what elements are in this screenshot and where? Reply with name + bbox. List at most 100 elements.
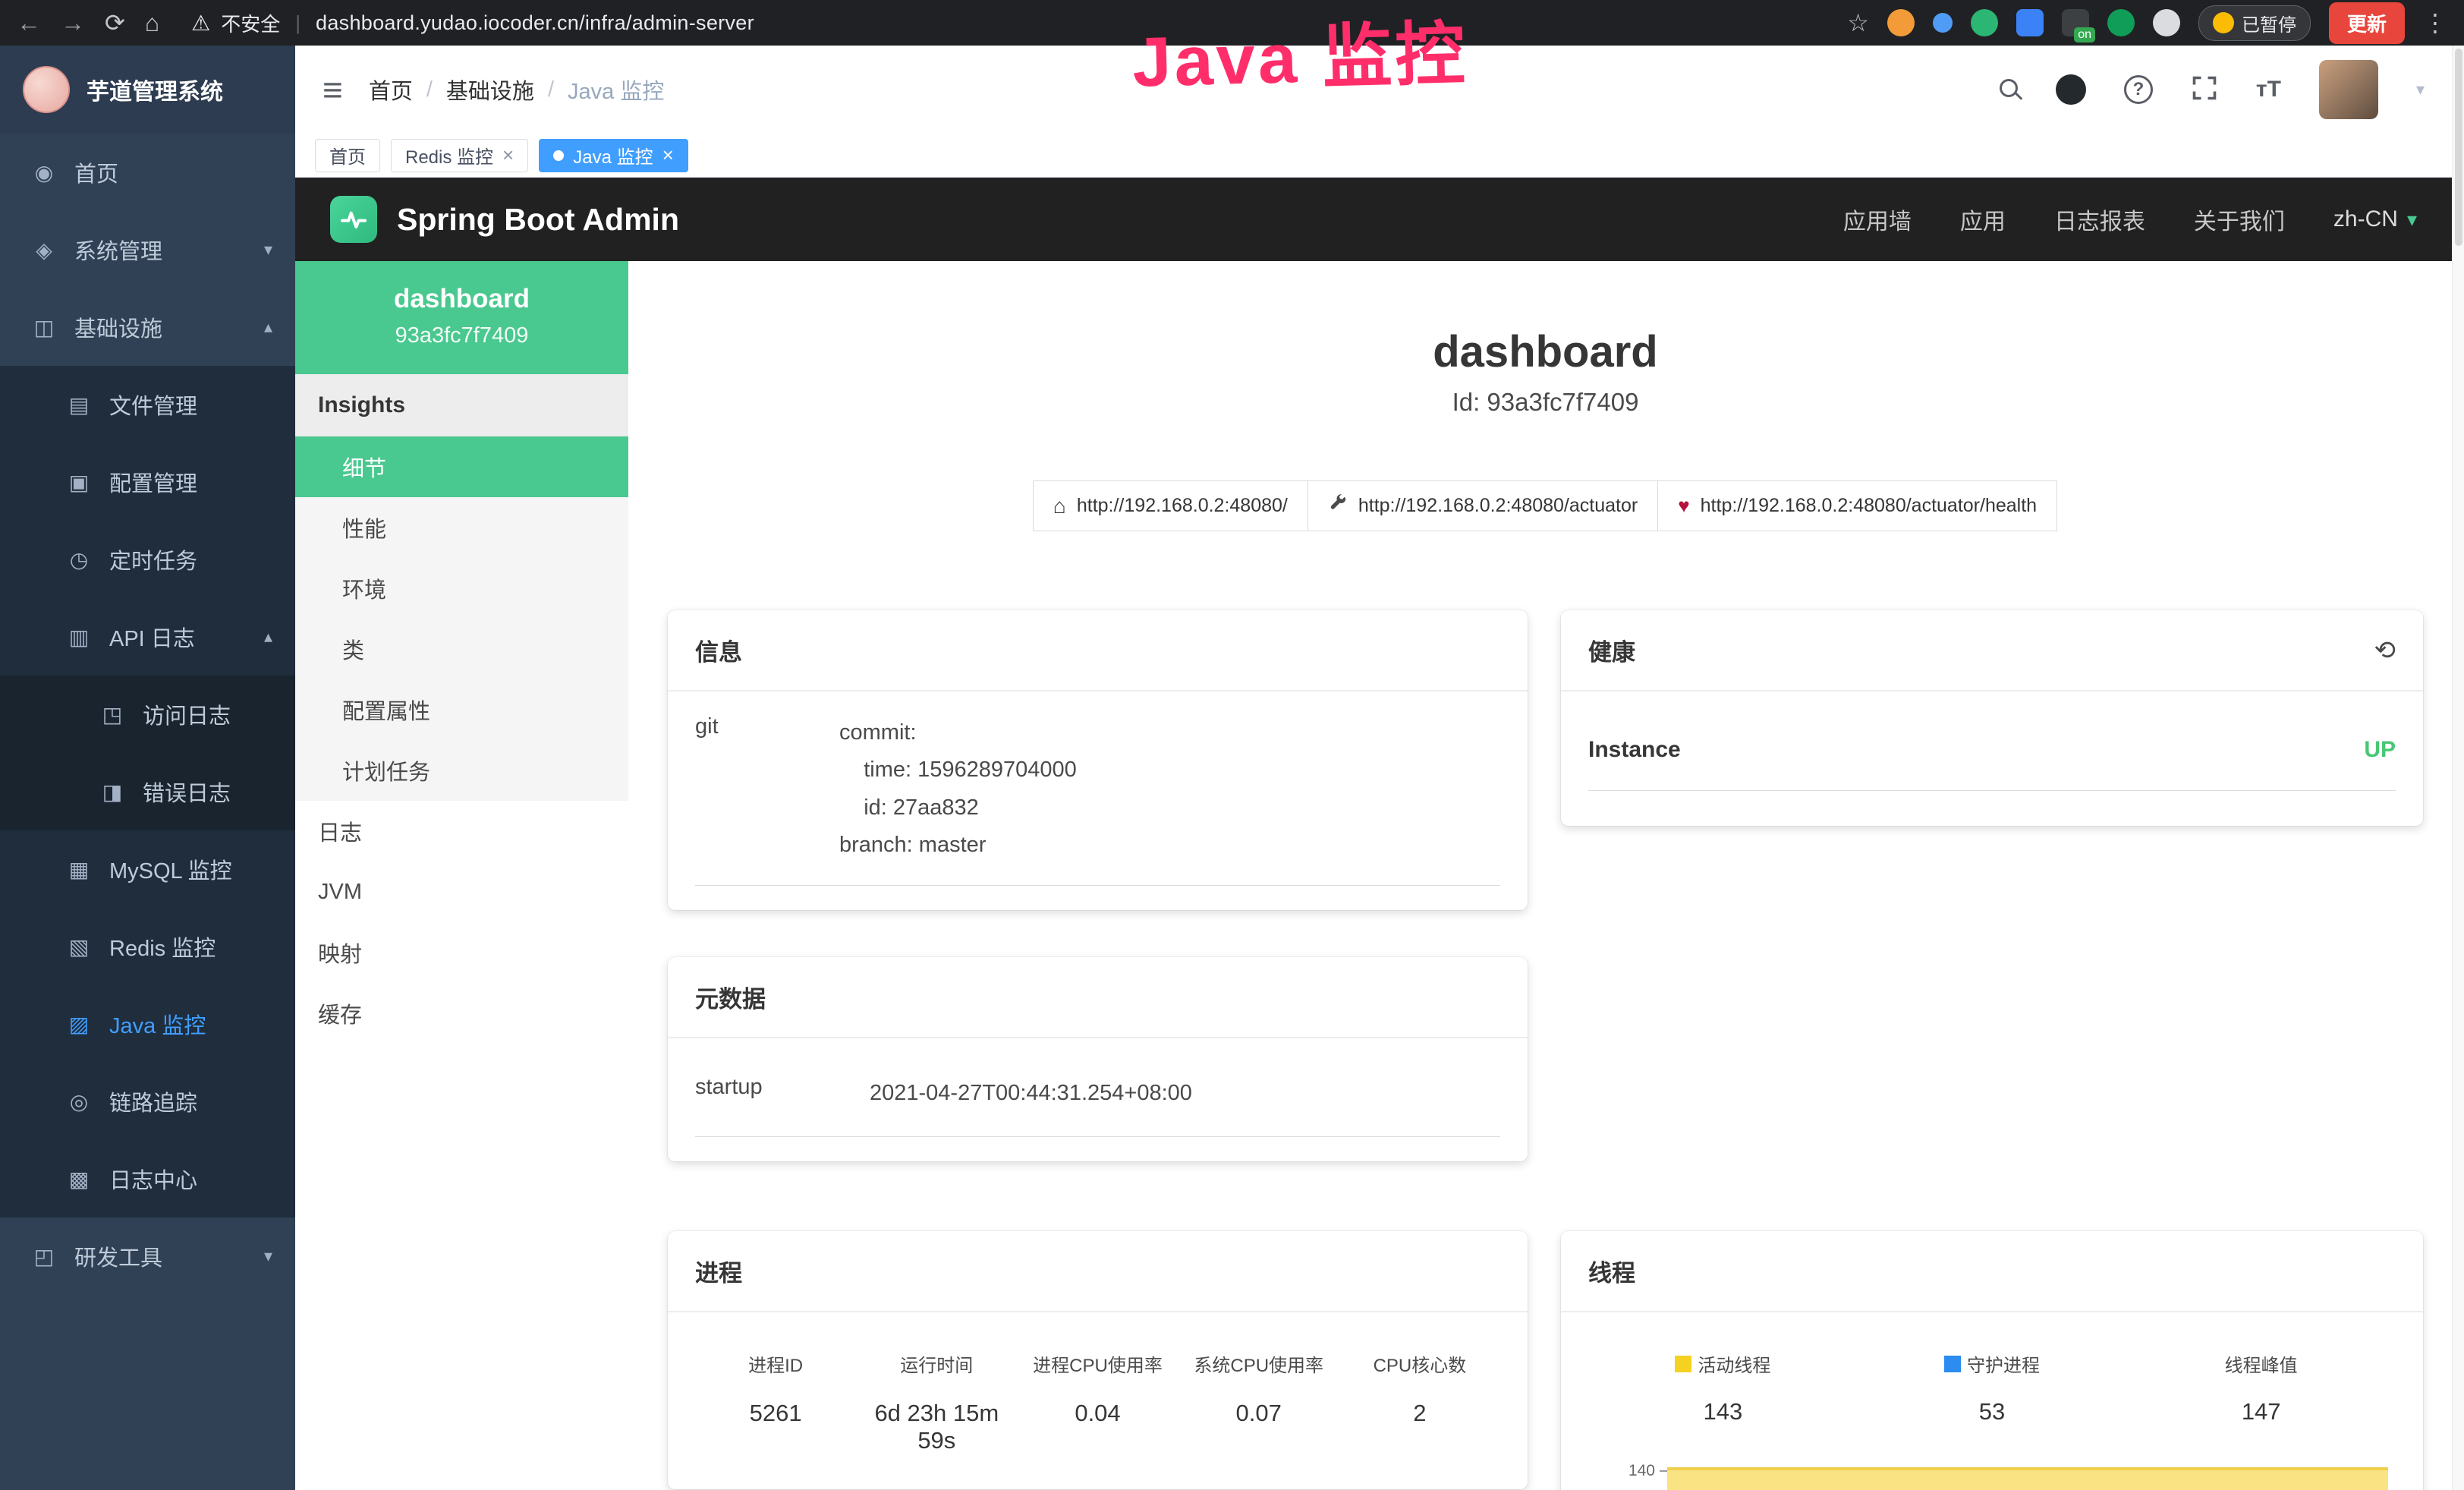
forward-icon[interactable]: →	[61, 9, 85, 37]
sidebar-item-redis-monitor[interactable]: ▧ Redis 监控	[0, 908, 295, 985]
process-col-uptime: 运行时间 6d 23h 15m 59s	[856, 1350, 1017, 1454]
sidebar-item-label: 日志中心	[109, 1163, 197, 1195]
sba-brand-title: Spring Boot Admin	[397, 202, 679, 238]
sidebar-item-dev-tools[interactable]: ◰ 研发工具 ▾	[0, 1218, 295, 1295]
sidebar-item-error-log[interactable]: ◨ 错误日志	[0, 753, 295, 830]
extension-icon-4[interactable]	[2016, 9, 2044, 36]
sidebar-item-infra[interactable]: ◫ 基础设施 ▴	[0, 288, 295, 366]
sidebar-item-mysql-monitor[interactable]: ▦ MySQL 监控	[0, 830, 295, 908]
security-label[interactable]: 不安全	[221, 9, 280, 37]
legend-label: 活动线程	[1698, 1350, 1770, 1377]
extension-icon-2[interactable]	[1933, 13, 1953, 33]
bookmark-star-icon[interactable]: ☆	[1847, 8, 1869, 37]
github-icon[interactable]	[2056, 74, 2086, 105]
profile-paused-chip[interactable]: 已暂停	[2198, 5, 2311, 41]
breadcrumb-infra[interactable]: 基础设施	[446, 74, 534, 106]
sba-main: dashboard Id: 93a3fc7f7409 ⌂ http://192.…	[628, 261, 2452, 1490]
heart-icon: ♥	[1678, 494, 1689, 518]
sba-item-logs[interactable]: 日志	[295, 801, 628, 862]
sba-item-mappings[interactable]: 映射	[295, 922, 628, 983]
sba-nav-wallboard[interactable]: 应用墙	[1843, 203, 1912, 236]
sba-logo-icon[interactable]	[330, 196, 377, 243]
extension-icon-on[interactable]: on	[2062, 9, 2089, 36]
locale-select[interactable]: zh-CN ▾	[2333, 206, 2417, 232]
sba-item-performance[interactable]: 性能	[295, 497, 628, 558]
sidebar-item-label: API 日志	[109, 621, 195, 653]
sidebar-item-label: 错误日志	[143, 776, 231, 808]
col-header: 运行时间	[856, 1350, 1017, 1377]
locale-value: zh-CN	[2333, 206, 2398, 232]
reload-icon[interactable]: ⟳	[105, 8, 125, 37]
tab-java-monitor[interactable]: Java 监控 ×	[539, 139, 688, 172]
log-center-icon: ▩	[65, 1167, 93, 1192]
health-url-link[interactable]: ♥ http://192.168.0.2:48080/actuator/heal…	[1657, 480, 2057, 531]
sba-item-scheduled-tasks[interactable]: 计划任务	[295, 740, 628, 801]
sba-item-jvm[interactable]: JVM	[295, 862, 628, 922]
tab-redis-monitor[interactable]: Redis 监控 ×	[391, 139, 528, 172]
col-value: 5261	[695, 1400, 856, 1427]
legend-swatch-yellow	[1675, 1356, 1691, 1372]
breadcrumb-separator: /	[548, 77, 554, 102]
warning-icon: ⚠	[191, 11, 210, 36]
breadcrumb-home[interactable]: 首页	[369, 74, 413, 106]
config-icon: ▣	[65, 470, 93, 495]
sidebar-item-api-log[interactable]: ▥ API 日志 ▴	[0, 598, 295, 676]
app-logo[interactable]: 芋道管理系统	[0, 46, 295, 134]
log-icon: ▥	[65, 625, 93, 650]
sidebar-item-label: 访问日志	[143, 698, 231, 730]
extensions-puzzle-icon[interactable]	[2153, 9, 2180, 36]
history-icon[interactable]: ⟲	[2374, 635, 2396, 666]
fullscreen-icon[interactable]	[2191, 74, 2218, 106]
sidebar-item-system[interactable]: ◈ 系统管理 ▾	[0, 211, 295, 288]
service-url-link[interactable]: ⌂ http://192.168.0.2:48080/	[1033, 480, 1308, 531]
search-icon[interactable]	[2000, 79, 2018, 101]
scrollbar-thumb[interactable]	[2455, 49, 2462, 246]
col-value: 0.04	[1017, 1400, 1178, 1427]
sba-nav-journal[interactable]: 日志报表	[2054, 203, 2145, 236]
sba-item-classes[interactable]: 类	[295, 619, 628, 679]
sidebar-item-home[interactable]: ◉ 首页	[0, 134, 295, 211]
back-icon[interactable]: ←	[17, 9, 41, 37]
extension-icon-5[interactable]	[2107, 9, 2135, 36]
java-monitor-icon: ▨	[65, 1012, 93, 1037]
sidebar-item-access-log[interactable]: ◳ 访问日志	[0, 676, 295, 753]
legend-label: 守护进程	[1967, 1350, 2040, 1377]
sba-nav-about[interactable]: 关于我们	[2194, 203, 2285, 236]
update-button[interactable]: 更新	[2329, 2, 2405, 44]
extension-icon-1[interactable]	[1887, 9, 1915, 36]
sidebar-item-tracing[interactable]: ◎ 链路追踪	[0, 1063, 295, 1140]
instance-header[interactable]: dashboard 93a3fc7f7409	[295, 261, 628, 374]
url-text[interactable]: dashboard.yudao.iocoder.cn/infra/admin-s…	[316, 11, 754, 35]
sidebar-item-label: 研发工具	[74, 1240, 162, 1272]
sba-item-details[interactable]: 细节	[295, 436, 628, 497]
browser-menu-icon[interactable]: ⋮	[2423, 8, 2447, 37]
font-size-icon[interactable]: тT	[2256, 77, 2281, 102]
sidebar-item-file-manage[interactable]: ▤ 文件管理	[0, 366, 295, 443]
extension-icon-3[interactable]	[1971, 9, 1998, 36]
address-bar[interactable]: ⚠ 不安全 | dashboard.yudao.iocoder.cn/infra…	[191, 9, 754, 37]
sba-item-caches[interactable]: 缓存	[295, 983, 628, 1044]
chevron-up-icon: ▴	[264, 317, 272, 337]
sba-item-environment[interactable]: 环境	[295, 558, 628, 619]
avatar-caret-icon[interactable]: ▾	[2416, 80, 2425, 99]
sidebar-item-label: 基础设施	[74, 311, 162, 343]
help-icon[interactable]: ?	[2124, 75, 2153, 104]
sba-nav-applications[interactable]: 应用	[1960, 203, 2006, 236]
sba-item-config-props[interactable]: 配置属性	[295, 679, 628, 740]
user-avatar[interactable]	[2319, 60, 2378, 119]
sidebar-item-label: Java 监控	[109, 1008, 206, 1040]
sidebar-item-java-monitor[interactable]: ▨ Java 监控	[0, 985, 295, 1063]
actuator-url-link[interactable]: http://192.168.0.2:48080/actuator	[1308, 480, 1658, 531]
hamburger-icon[interactable]: ≡	[323, 69, 343, 110]
threads-card: 线程 活动线程 143	[1561, 1231, 2423, 1490]
close-icon[interactable]: ×	[662, 143, 674, 167]
home-icon[interactable]: ⌂	[145, 9, 159, 37]
legend-live-threads: 活动线程 143	[1588, 1350, 1858, 1425]
tab-home[interactable]: 首页	[315, 139, 380, 172]
sidebar-item-scheduled-jobs[interactable]: ◷ 定时任务	[0, 521, 295, 598]
scrollbar[interactable]	[2452, 46, 2464, 1490]
infra-icon: ◫	[30, 315, 58, 340]
sidebar-item-log-center[interactable]: ▩ 日志中心	[0, 1140, 295, 1218]
sidebar-item-config-manage[interactable]: ▣ 配置管理	[0, 443, 295, 521]
close-icon[interactable]: ×	[502, 143, 514, 167]
